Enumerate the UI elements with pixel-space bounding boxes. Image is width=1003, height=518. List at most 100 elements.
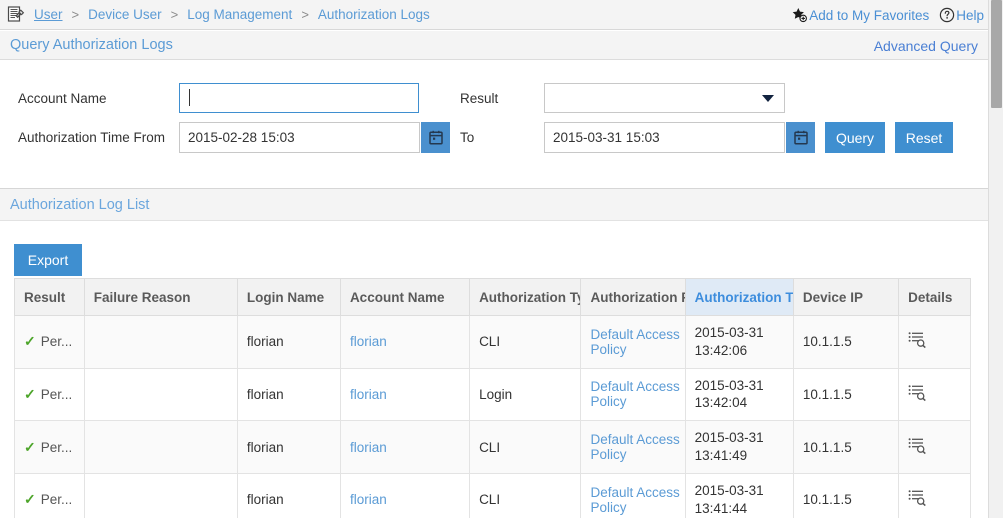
account-name-link[interactable]: florian [350, 387, 387, 402]
account-name-link[interactable]: florian [350, 334, 387, 349]
breadcrumb-item-device-user[interactable]: Device User [86, 7, 164, 22]
breadcrumb-separator: > [164, 7, 186, 22]
breadcrumb-separator: > [294, 7, 316, 22]
table-row[interactable]: ✓Per... florian florian Login Default Ac… [15, 368, 971, 421]
breadcrumb-item-log-management[interactable]: Log Management [185, 7, 294, 22]
cell-failure-reason [84, 368, 237, 421]
account-name-label: Account Name [18, 91, 107, 106]
section-divider [0, 172, 988, 189]
text-cursor [189, 89, 190, 106]
table-row[interactable]: ✓ Per... florian florian CLI Default Acce… [15, 316, 971, 369]
cell-details [899, 316, 971, 369]
cell-failure-reason [84, 473, 237, 518]
cell-authorization-type: CLI [470, 316, 581, 369]
column-header-failure-reason[interactable]: Failure Reason [84, 279, 237, 316]
green-check-icon: ✓ [24, 491, 36, 507]
table-row[interactable]: ✓Per... florian florian CLI Default Acce… [15, 473, 971, 518]
cell-authorization-policy: Default Access Policy [581, 473, 685, 518]
add-to-favorites-label: Add to My Favorites [809, 8, 929, 23]
column-header-authorization-policy[interactable]: Authorization Policy [581, 279, 685, 316]
cell-account-name: florian [340, 473, 469, 518]
cell-authorization-type: Login [470, 368, 581, 421]
question-circle-icon [939, 7, 955, 23]
cell-authorization-time: 2015-03-31 13:41:44 [685, 473, 793, 518]
authorization-time-from-label: Authorization Time From [18, 130, 165, 145]
calendar-icon-from-button[interactable] [421, 122, 450, 153]
result-select[interactable] [544, 83, 785, 113]
scrollbar-thumb[interactable] [991, 0, 1002, 108]
list-title: Authorization Log List [10, 197, 149, 213]
breadcrumb-actions: Add to My Favorites Help [791, 0, 988, 30]
list-panel-header: Authorization Log List [0, 189, 988, 221]
column-header-login-name[interactable]: Login Name [237, 279, 340, 316]
cell-result: ✓ Per... [15, 473, 85, 518]
breadcrumb-item-authorization-logs[interactable]: Authorization Logs [316, 7, 432, 22]
list-search-icon[interactable] [908, 331, 927, 349]
document-wrench-icon [4, 6, 28, 24]
cell-authorization-type: CLI [470, 473, 581, 518]
authorization-time-to-label: To [460, 130, 474, 145]
column-header-account-name[interactable]: Account Name [340, 279, 469, 316]
calendar-icon-to-button[interactable] [786, 122, 815, 153]
add-to-favorites-button[interactable]: Add to My Favorites [791, 7, 929, 23]
list-search-icon[interactable] [908, 384, 927, 402]
query-form: Account Name Result Authorization Time F… [0, 60, 988, 172]
calendar-icon [794, 130, 808, 145]
calendar-icon [429, 130, 443, 145]
authorization-logs-page: User > Device User > Log Management > Au… [0, 0, 1003, 518]
column-header-authorization-time[interactable]: Authorization Time [685, 279, 793, 316]
result-label: Result [460, 91, 498, 106]
authorization-time-to-input[interactable] [544, 122, 785, 153]
query-button[interactable]: Query [825, 122, 885, 153]
account-name-input[interactable] [179, 83, 419, 113]
result-text: Per... [41, 334, 73, 349]
table-header-row: Result Failure Reason Login Name Account… [15, 279, 971, 316]
column-header-authorization-type[interactable]: Authorization Type [470, 279, 581, 316]
authorization-policy-link[interactable]: Default Access Policy [590, 432, 679, 462]
cell-login-name: florian [237, 421, 340, 474]
green-check-icon: ✓ [24, 333, 36, 349]
export-button[interactable]: Export [14, 244, 82, 276]
authorization-policy-link[interactable]: Default Access Policy [590, 379, 679, 409]
cell-account-name: florian [340, 421, 469, 474]
authorization-log-table: Result Failure Reason Login Name Account… [14, 278, 971, 518]
cell-device-ip: 10.1.1.5 [793, 316, 898, 369]
cell-authorization-policy: Default Access Policy [581, 316, 685, 369]
query-panel-header: Query Authorization Logs Advanced Query [0, 31, 988, 60]
cell-result: ✓Per... [15, 368, 85, 421]
cell-result: ✓ Per... [15, 316, 85, 369]
breadcrumb-bar: User > Device User > Log Management > Au… [0, 0, 988, 30]
cell-failure-reason [84, 421, 237, 474]
breadcrumb-separator: > [65, 7, 87, 22]
column-header-details[interactable]: Details [899, 279, 971, 316]
table-row[interactable]: ✓Per... florian florian CLI Default Acce… [15, 421, 971, 474]
cell-account-name: florian [340, 316, 469, 369]
cell-authorization-time: 2015-03-31 13:42:04 [685, 368, 793, 421]
account-name-link[interactable]: florian [350, 492, 387, 507]
result-text: Per... [41, 440, 73, 455]
breadcrumb-item-user[interactable]: User [32, 7, 65, 22]
page-title: Query Authorization Logs [10, 37, 173, 53]
cell-authorization-time: 2015-03-31 13:42:06 [685, 316, 793, 369]
cell-authorization-policy: Default Access Policy [581, 368, 685, 421]
list-search-icon[interactable] [908, 437, 927, 455]
authorization-policy-link[interactable]: Default Access Policy [590, 485, 679, 515]
cell-device-ip: 10.1.1.5 [793, 368, 898, 421]
column-header-device-ip[interactable]: Device IP [793, 279, 898, 316]
account-name-link[interactable]: florian [350, 440, 387, 455]
vertical-scrollbar[interactable] [988, 0, 1003, 518]
authorization-time-from-input[interactable] [179, 122, 420, 153]
reset-button[interactable]: Reset [895, 122, 953, 153]
cell-authorization-policy: Default Access Policy [581, 421, 685, 474]
cell-account-name: florian [340, 368, 469, 421]
result-text: Per... [41, 492, 73, 507]
cell-authorization-time: 2015-03-31 13:41:49 [685, 421, 793, 474]
advanced-query-link[interactable]: Advanced Query [874, 31, 978, 60]
authorization-policy-link[interactable]: Default Access Policy [590, 327, 679, 357]
cell-login-name: florian [237, 316, 340, 369]
column-header-result[interactable]: Result [15, 279, 85, 316]
cell-details [899, 473, 971, 518]
help-button[interactable]: Help [939, 7, 984, 23]
green-check-icon: ✓ [24, 439, 36, 455]
list-search-icon[interactable] [908, 489, 927, 507]
